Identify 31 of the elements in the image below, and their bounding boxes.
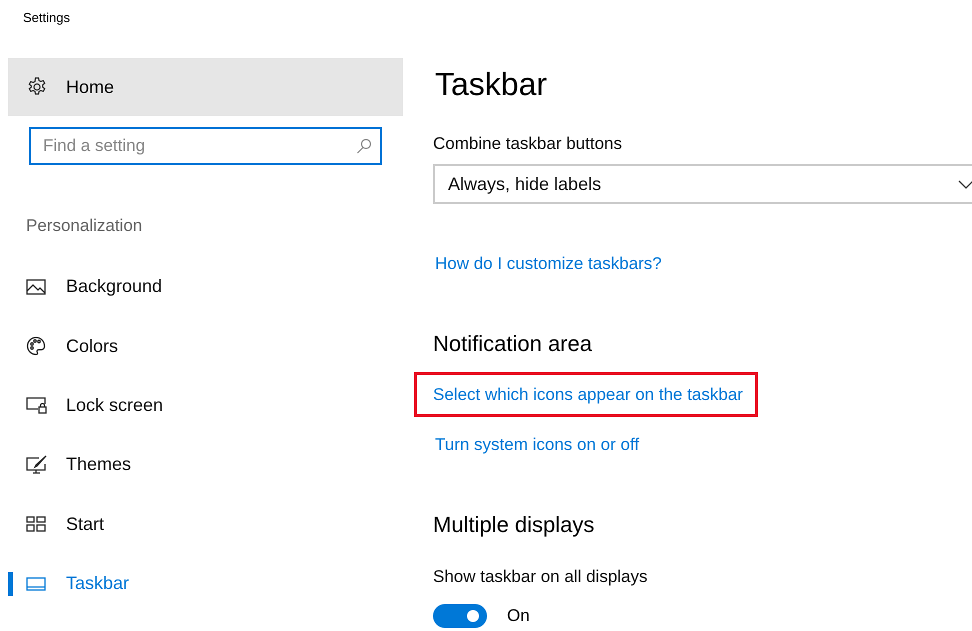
picture-icon	[26, 278, 46, 295]
setting-label: Combine taskbar buttons	[433, 134, 622, 154]
search-field[interactable]: Find a setting	[29, 127, 382, 165]
nav-item[interactable]: Background	[8, 257, 403, 316]
toggle-state-label: On	[507, 606, 530, 626]
settings-icon	[27, 77, 47, 97]
section-heading: Notification area	[433, 331, 592, 357]
help-link[interactable]: Select which icons appear on the taskbar	[433, 385, 743, 404]
chevron-down-icon	[958, 180, 972, 188]
search-icon	[356, 138, 372, 154]
brush-monitor-icon	[26, 454, 48, 475]
combine-dropdown[interactable]: Always, hide labels	[433, 164, 972, 204]
help-link[interactable]: Turn system icons on or off	[435, 435, 640, 454]
nav-item[interactable]: Start	[8, 494, 403, 554]
section-heading: Personalization	[26, 216, 142, 236]
home-nav-item[interactable]: Home	[8, 58, 403, 116]
toggle-switch[interactable]	[433, 604, 487, 628]
nav-item[interactable]: Colors	[8, 316, 403, 376]
page-title: Taskbar	[435, 66, 548, 104]
nav-item[interactable]: Themes	[8, 435, 403, 495]
nav-item[interactable]: Taskbar	[8, 554, 403, 614]
lock-screen-icon	[26, 396, 48, 414]
help-link[interactable]: How do I customize taskbars?	[435, 254, 662, 273]
nav-item[interactable]: Lock screen	[8, 376, 403, 436]
section-heading: Multiple displays	[433, 512, 594, 538]
window-title: Settings	[23, 10, 70, 26]
selection-indicator	[8, 572, 13, 596]
palette-icon	[26, 336, 46, 356]
taskbar-icon	[26, 576, 46, 591]
setting-label: Show taskbar on all displays	[433, 567, 648, 587]
tiles-icon	[26, 516, 46, 532]
